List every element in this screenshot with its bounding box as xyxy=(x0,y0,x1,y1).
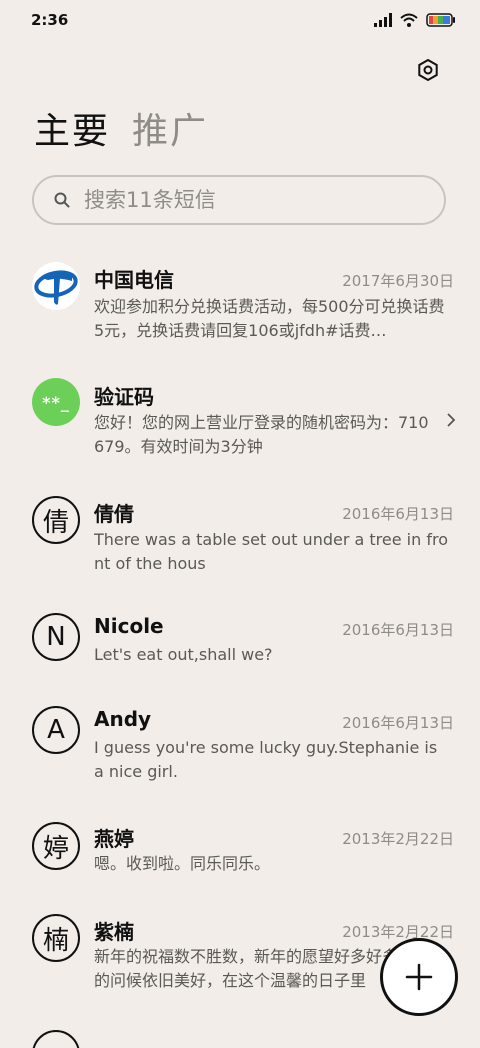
conversation-item[interactable] xyxy=(0,1028,480,1048)
search-input[interactable] xyxy=(82,187,416,213)
settings-icon xyxy=(418,58,438,82)
conversation-name: 燕婷 xyxy=(94,827,134,851)
contact-avatar: 楠 xyxy=(32,914,80,962)
conversation-date: 2017年6月30日 xyxy=(342,272,454,290)
settings-button[interactable] xyxy=(414,56,442,84)
new-message-button[interactable] xyxy=(380,938,458,1016)
conversation-preview: 嗯。收到啦。同乐同乐。 xyxy=(94,854,271,873)
tab-bar: 主要 推广 xyxy=(34,108,208,156)
status-time: 2:36 xyxy=(31,11,69,29)
conversation-date: 2016年6月13日 xyxy=(342,505,454,523)
conversation-name: 倩倩 xyxy=(94,502,134,526)
conversation-item[interactable]: A Andy 2016年6月13日 I guess you're some lu… xyxy=(0,700,480,810)
chevron-right-icon xyxy=(447,413,456,427)
telecom-logo-avatar xyxy=(32,262,80,310)
search-bar[interactable] xyxy=(32,175,446,225)
telecom-logo-icon xyxy=(34,270,78,305)
conversation-item[interactable]: **_ 验证码 您好！您的网上营业厅登录的随机密码为：710679。有效时间为3… xyxy=(0,368,480,478)
contact-avatar: 婷 xyxy=(32,822,80,870)
contact-avatar: A xyxy=(32,706,80,754)
conversation-name: 中国电信 xyxy=(94,268,174,292)
plus-icon xyxy=(405,963,433,991)
conversation-preview: 欢迎参加积分兑换话费活动，每500分可兑换话费5元，兑换话费请回复106或jfd… xyxy=(94,297,445,340)
conversation-date: 2016年6月13日 xyxy=(342,714,454,732)
verification-avatar: **_ xyxy=(32,378,80,426)
contact-avatar: N xyxy=(32,613,80,661)
conversation-item[interactable]: N Nicole 2016年6月13日 Let's eat out,shall … xyxy=(0,605,480,685)
conversation-item[interactable]: 倩 倩倩 2016年6月13日 There was a table set ou… xyxy=(0,486,480,596)
signal-icon xyxy=(374,12,392,31)
wifi-icon xyxy=(400,12,418,31)
conversation-preview: 您好！您的网上营业厅登录的随机密码为：710679。有效时间为3分钟 xyxy=(94,413,429,456)
battery-icon xyxy=(426,12,456,31)
conversation-item[interactable]: 中国电信 2017年6月30日 欢迎参加积分兑换话费活动，每500分可兑换话费5… xyxy=(0,250,480,360)
conversation-date: 2013年2月22日 xyxy=(342,830,454,848)
tab-promotions[interactable]: 推广 xyxy=(132,108,208,156)
conversation-name: 紫楠 xyxy=(94,920,134,944)
conversation-name: Nicole xyxy=(94,614,164,638)
conversation-preview: I guess you're some lucky guy.Stephanie … xyxy=(94,738,438,781)
conversation-date: 2013年2月22日 xyxy=(342,923,454,941)
contact-avatar: 倩 xyxy=(32,496,80,544)
conversation-preview: There was a table set out under a tree i… xyxy=(94,530,448,573)
status-bar: 2:36 xyxy=(0,0,480,42)
contact-avatar xyxy=(32,1030,80,1048)
search-icon xyxy=(54,192,70,208)
conversation-date: 2016年6月13日 xyxy=(342,621,454,639)
conversation-preview: Let's eat out,shall we? xyxy=(94,645,273,664)
conversation-name: Andy xyxy=(94,707,152,731)
status-icons xyxy=(374,12,456,31)
conversation-item[interactable]: 婷 燕婷 2013年2月22日 嗯。收到啦。同乐同乐。 xyxy=(0,820,480,900)
tab-primary[interactable]: 主要 xyxy=(34,108,110,156)
conversation-name: 验证码 xyxy=(94,385,154,409)
